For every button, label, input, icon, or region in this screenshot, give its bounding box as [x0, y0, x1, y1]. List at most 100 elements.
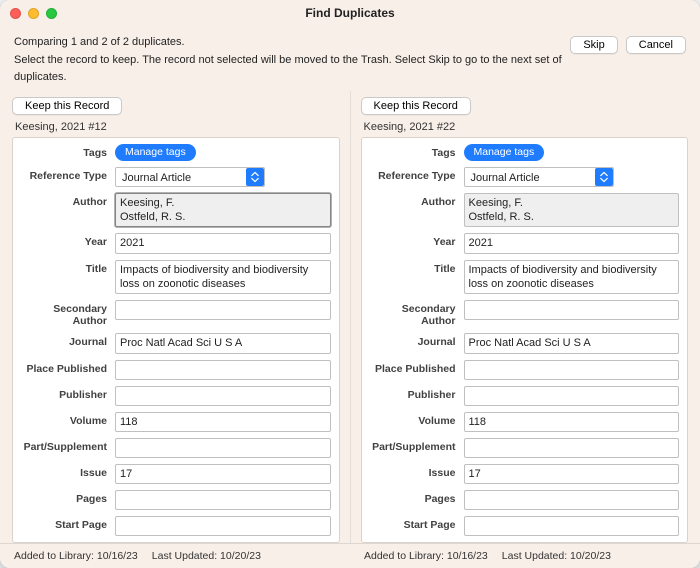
- titlebar: Find Duplicates: [0, 0, 700, 26]
- start-page-field[interactable]: [464, 516, 680, 536]
- chevron-up-down-icon: [246, 168, 264, 186]
- footer: Added to Library: 10/16/23 Last Updated: …: [0, 543, 700, 568]
- row-tags: TagsManage tags: [21, 144, 331, 161]
- footer-column: Added to Library: 10/16/23 Last Updated: …: [350, 544, 700, 568]
- journal-field[interactable]: Proc Natl Acad Sci U S A: [464, 333, 680, 353]
- label-tags: Tags: [370, 144, 464, 159]
- start-page-field[interactable]: [115, 516, 331, 536]
- skip-button[interactable]: Skip: [570, 36, 617, 54]
- label-issue: Issue: [21, 464, 115, 479]
- row-secondary-author: Secondary Author: [21, 300, 331, 327]
- row-start-page: Start Page: [370, 516, 680, 536]
- row-reference-type: Reference TypeJournal Article: [21, 167, 331, 187]
- manage-tags-button[interactable]: Manage tags: [115, 144, 196, 161]
- row-place-published: Place Published: [370, 360, 680, 380]
- row-title: TitleImpacts of biodiversity and biodive…: [370, 260, 680, 295]
- manage-tags-button[interactable]: Manage tags: [464, 144, 545, 161]
- row-volume: Volume118: [370, 412, 680, 432]
- issue-field[interactable]: 17: [464, 464, 680, 484]
- title-field[interactable]: Impacts of biodiversity and biodiversity…: [464, 260, 680, 295]
- label-part-supplement: Part/Supplement: [370, 438, 464, 453]
- row-journal: JournalProc Natl Acad Sci U S A: [21, 333, 331, 353]
- keep-this-record-button[interactable]: Keep this Record: [12, 97, 122, 115]
- label-journal: Journal: [370, 333, 464, 348]
- row-title: TitleImpacts of biodiversity and biodive…: [21, 260, 331, 295]
- added-to-library: Added to Library: 10/16/23: [14, 550, 138, 562]
- zoom-window-button[interactable]: [46, 8, 57, 19]
- label-title: Title: [21, 260, 115, 275]
- year-field[interactable]: 2021: [464, 233, 680, 253]
- author-field[interactable]: Keesing, F. Ostfeld, R. S.: [464, 193, 680, 228]
- label-secondary-author: Secondary Author: [370, 300, 464, 327]
- part-supplement-field[interactable]: [464, 438, 680, 458]
- pages-field[interactable]: [464, 490, 680, 510]
- label-author: Author: [370, 193, 464, 208]
- row-author: AuthorKeesing, F. Ostfeld, R. S.: [370, 193, 680, 228]
- label-part-supplement: Part/Supplement: [21, 438, 115, 453]
- row-author: AuthorKeesing, F. Ostfeld, R. S.: [21, 193, 331, 228]
- title-field[interactable]: Impacts of biodiversity and biodiversity…: [115, 260, 331, 295]
- reference-type-value: Journal Article: [115, 167, 265, 187]
- row-reference-type: Reference TypeJournal Article: [370, 167, 680, 187]
- last-updated: Last Updated: 10/20/23: [152, 550, 261, 562]
- row-year: Year2021: [370, 233, 680, 253]
- added-to-library: Added to Library: 10/16/23: [364, 550, 488, 562]
- label-volume: Volume: [370, 412, 464, 427]
- footer-column: Added to Library: 10/16/23 Last Updated: …: [0, 544, 350, 568]
- place-published-field[interactable]: [115, 360, 331, 380]
- row-publisher: Publisher: [21, 386, 331, 406]
- record-column: Keep this Record Keesing, 2021 #12 TagsMan…: [2, 91, 351, 543]
- row-start-page: Start Page: [21, 516, 331, 536]
- column-header: Keep this Record Keesing, 2021 #12: [12, 91, 340, 137]
- label-year: Year: [21, 233, 115, 248]
- intro-section: Comparing 1 and 2 of 2 duplicates. Selec…: [0, 26, 700, 87]
- label-year: Year: [370, 233, 464, 248]
- record-column: Keep this RecordKeesing, 2021 #22TagsMan…: [351, 91, 699, 543]
- columns: Keep this RecordKeesing, 2021 #12TagsMan…: [0, 87, 700, 543]
- row-issue: Issue17: [370, 464, 680, 484]
- window: Find Duplicates Comparing 1 and 2 of 2 d…: [0, 0, 700, 568]
- label-place-published: Place Published: [21, 360, 115, 375]
- label-reference-type: Reference Type: [21, 167, 115, 182]
- row-pages: Pages: [21, 490, 331, 510]
- last-updated: Last Updated: 10/20/23: [502, 550, 611, 562]
- part-supplement-field[interactable]: [115, 438, 331, 458]
- label-author: Author: [21, 193, 115, 208]
- chevron-up-down-icon: [595, 168, 613, 186]
- row-journal: JournalProc Natl Acad Sci U S A: [370, 333, 680, 353]
- publisher-field[interactable]: [115, 386, 331, 406]
- cancel-button[interactable]: Cancel: [626, 36, 686, 54]
- label-issue: Issue: [370, 464, 464, 479]
- record-form-panel[interactable]: TagsManage tagsReference TypeJournal Art…: [12, 137, 340, 543]
- label-place-published: Place Published: [370, 360, 464, 375]
- row-year: Year2021: [21, 233, 331, 253]
- year-field[interactable]: 2021: [115, 233, 331, 253]
- reference-type-select[interactable]: Journal Article: [115, 167, 265, 187]
- secondary-author-field[interactable]: [464, 300, 680, 320]
- volume-field[interactable]: 118: [464, 412, 680, 432]
- window-title: Find Duplicates: [0, 6, 700, 20]
- volume-field[interactable]: 118: [115, 412, 331, 432]
- record-form-panel[interactable]: TagsManage tags Reference TypeJournal Art…: [361, 137, 689, 543]
- label-tags: Tags: [21, 144, 115, 159]
- close-window-button[interactable]: [10, 8, 21, 19]
- place-published-field[interactable]: [464, 360, 680, 380]
- row-issue: Issue17: [21, 464, 331, 484]
- traffic-lights: [10, 8, 57, 19]
- label-volume: Volume: [21, 412, 115, 427]
- keep-this-record-button[interactable]: Keep this Record: [361, 97, 471, 115]
- label-pages: Pages: [21, 490, 115, 505]
- pages-field[interactable]: [115, 490, 331, 510]
- minimize-window-button[interactable]: [28, 8, 39, 19]
- row-secondary-author: Secondary Author: [370, 300, 680, 327]
- publisher-field[interactable]: [464, 386, 680, 406]
- author-field[interactable]: Keesing, F. Ostfeld, R. S.: [115, 193, 331, 228]
- label-publisher: Publisher: [370, 386, 464, 401]
- intro-text: Comparing 1 and 2 of 2 duplicates. Selec…: [14, 34, 570, 87]
- reference-type-select[interactable]: Journal Article: [464, 167, 614, 187]
- secondary-author-field[interactable]: [115, 300, 331, 320]
- row-pages: Pages: [370, 490, 680, 510]
- record-identifier: Keesing, 2021 #12: [12, 121, 107, 133]
- journal-field[interactable]: Proc Natl Acad Sci U S A: [115, 333, 331, 353]
- issue-field[interactable]: 17: [115, 464, 331, 484]
